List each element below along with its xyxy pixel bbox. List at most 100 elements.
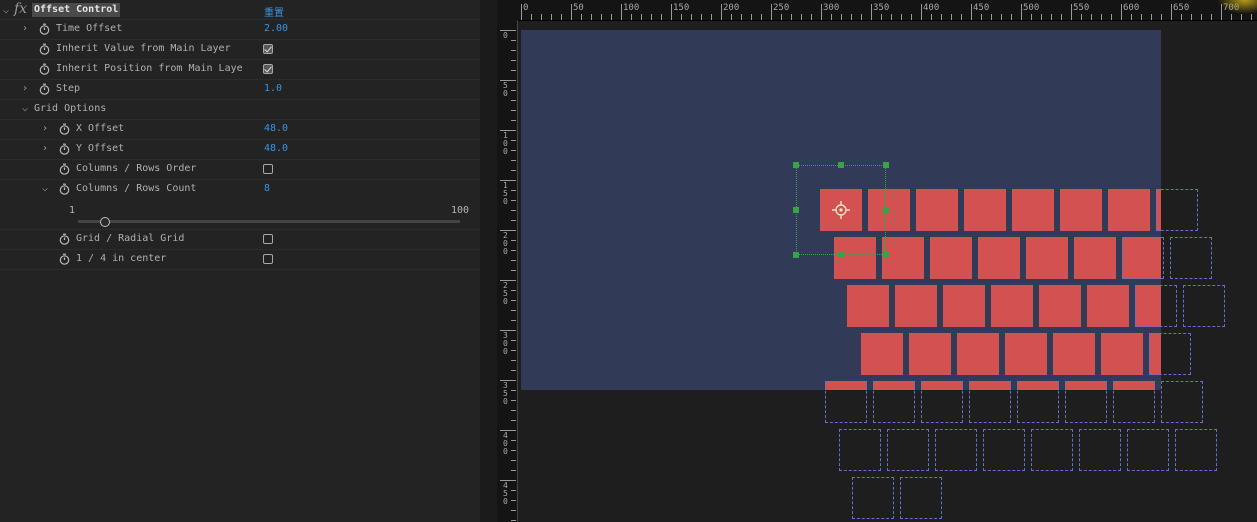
anchor-point-icon[interactable] bbox=[832, 201, 850, 219]
columns-rows-order-checkbox[interactable] bbox=[263, 164, 273, 174]
ruler-horizontal[interactable]: 0501001502002503003504004505005506006507… bbox=[516, 0, 1257, 21]
property-value[interactable]: 1.0 bbox=[264, 83, 282, 94]
transform-handle[interactable] bbox=[883, 162, 889, 168]
property-inherit-value: Inherit Value from Main Layer bbox=[0, 40, 480, 60]
ruler-label: 600 bbox=[1123, 3, 1140, 13]
grid-tile bbox=[957, 333, 999, 375]
property-value[interactable]: 48.0 bbox=[264, 143, 288, 154]
ruler-tick bbox=[511, 500, 516, 501]
transform-handle[interactable] bbox=[883, 252, 889, 258]
grid-tile-outline bbox=[935, 429, 977, 471]
property-label: Inherit Value from Main Layer bbox=[56, 43, 231, 54]
ruler-tick bbox=[1121, 4, 1122, 20]
grid-tile-outline bbox=[852, 477, 894, 519]
stopwatch-icon[interactable] bbox=[59, 183, 70, 195]
grid-tile bbox=[1053, 333, 1095, 375]
ruler-label: 350 bbox=[873, 3, 890, 13]
ruler-tick bbox=[1201, 14, 1202, 20]
ruler-tick bbox=[511, 320, 516, 321]
grid-tile bbox=[978, 237, 1020, 279]
ruler-tick bbox=[511, 240, 516, 241]
ruler-tick bbox=[631, 14, 632, 20]
collapse-chevron-icon[interactable]: ⌵ bbox=[3, 5, 9, 16]
expand-chevron-icon[interactable]: › bbox=[40, 124, 50, 134]
expand-chevron-icon[interactable]: › bbox=[40, 144, 50, 154]
inherit-value-checkbox[interactable] bbox=[263, 44, 273, 54]
transform-handle[interactable] bbox=[793, 207, 799, 213]
grid-tile bbox=[1026, 237, 1068, 279]
grid-tile bbox=[1108, 189, 1150, 231]
stopwatch-icon[interactable] bbox=[59, 163, 70, 175]
grid-tile bbox=[1012, 189, 1054, 231]
property-value[interactable]: 8 bbox=[264, 183, 270, 194]
stopwatch-icon[interactable] bbox=[59, 253, 70, 265]
ruler-tick bbox=[801, 14, 802, 20]
ruler-tick bbox=[561, 14, 562, 20]
inherit-position-checkbox[interactable] bbox=[263, 64, 273, 74]
grid-tile bbox=[964, 189, 1006, 231]
transform-handle[interactable] bbox=[838, 252, 844, 258]
stopwatch-icon[interactable] bbox=[39, 83, 50, 95]
reset-link[interactable]: 重置 bbox=[264, 4, 284, 19]
grid-tile-outline bbox=[1170, 237, 1212, 279]
ruler-tick bbox=[1001, 14, 1002, 20]
grid-tile-outline bbox=[1135, 285, 1177, 327]
grid-tile-outline bbox=[1183, 285, 1225, 327]
property-label: Inherit Position from Main Laye bbox=[56, 63, 243, 74]
fx-icon[interactable]: fx bbox=[14, 1, 27, 17]
transform-handle[interactable] bbox=[793, 252, 799, 258]
stopwatch-icon[interactable] bbox=[59, 143, 70, 155]
property-columns-rows-order: Columns / Rows Order bbox=[0, 160, 480, 180]
stopwatch-icon[interactable] bbox=[39, 43, 50, 55]
expand-chevron-icon[interactable]: › bbox=[20, 24, 30, 34]
collapse-chevron-icon[interactable]: ⌵ bbox=[20, 104, 30, 114]
ruler-label: 450 bbox=[503, 481, 508, 506]
ruler-tick bbox=[511, 360, 516, 361]
composition-viewer[interactable]: 0501001502002503003504004505005506006507… bbox=[500, 0, 1257, 522]
ruler-tick bbox=[511, 420, 516, 421]
transform-handle[interactable] bbox=[883, 207, 889, 213]
grid-tile-outline bbox=[900, 477, 942, 519]
stopwatch-icon[interactable] bbox=[59, 233, 70, 245]
grid-tile-outline bbox=[1175, 429, 1217, 471]
expand-chevron-icon[interactable]: › bbox=[20, 84, 30, 94]
property-label: Step bbox=[56, 83, 81, 94]
stopwatch-icon[interactable] bbox=[39, 63, 50, 75]
quarter-in-center-checkbox[interactable] bbox=[263, 254, 273, 264]
slider-track[interactable] bbox=[78, 220, 460, 223]
ruler-tick bbox=[761, 14, 762, 20]
grid-radial-checkbox[interactable] bbox=[263, 234, 273, 244]
ruler-label: 50 bbox=[573, 3, 584, 13]
ruler-label: 300 bbox=[823, 3, 840, 13]
transform-handle[interactable] bbox=[838, 162, 844, 168]
ruler-tick bbox=[511, 200, 516, 201]
ruler-tick bbox=[881, 14, 882, 20]
property-value[interactable]: 48.0 bbox=[264, 123, 288, 134]
ruler-tick bbox=[921, 4, 922, 20]
ruler-tick bbox=[681, 14, 682, 20]
ruler-tick bbox=[1151, 14, 1152, 20]
effect-header[interactable]: ⌵ fx Offset Control 重置 bbox=[0, 0, 480, 20]
collapse-chevron-icon[interactable]: ⌵ bbox=[40, 184, 50, 194]
stopwatch-icon[interactable] bbox=[39, 23, 50, 35]
slider-thumb[interactable] bbox=[100, 217, 110, 227]
ruler-tick bbox=[731, 14, 732, 20]
ruler-tick bbox=[961, 14, 962, 20]
group-grid-options[interactable]: ⌵ Grid Options bbox=[0, 100, 480, 120]
effect-name: Offset Control bbox=[32, 3, 121, 17]
property-x-offset: › X Offset 48.0 bbox=[0, 120, 480, 140]
ruler-tick bbox=[511, 470, 516, 471]
grid-tile-outline bbox=[983, 429, 1025, 471]
ruler-vertical[interactable]: 0 50 100 150 200 250 300 350 400 450 bbox=[500, 20, 518, 522]
ruler-label: 300 bbox=[503, 331, 508, 356]
ruler-tick bbox=[551, 14, 552, 20]
ruler-tick bbox=[791, 14, 792, 20]
property-value[interactable]: 2.00 bbox=[264, 23, 288, 34]
property-columns-rows-count: ⌵ Columns / Rows Count 8 bbox=[0, 180, 480, 200]
slider-max-label: 100 bbox=[451, 205, 470, 216]
ruler-tick bbox=[511, 490, 516, 491]
grid-tile bbox=[882, 237, 924, 279]
stopwatch-icon[interactable] bbox=[59, 123, 70, 135]
transform-handle[interactable] bbox=[793, 162, 799, 168]
ruler-label: 150 bbox=[503, 181, 508, 206]
